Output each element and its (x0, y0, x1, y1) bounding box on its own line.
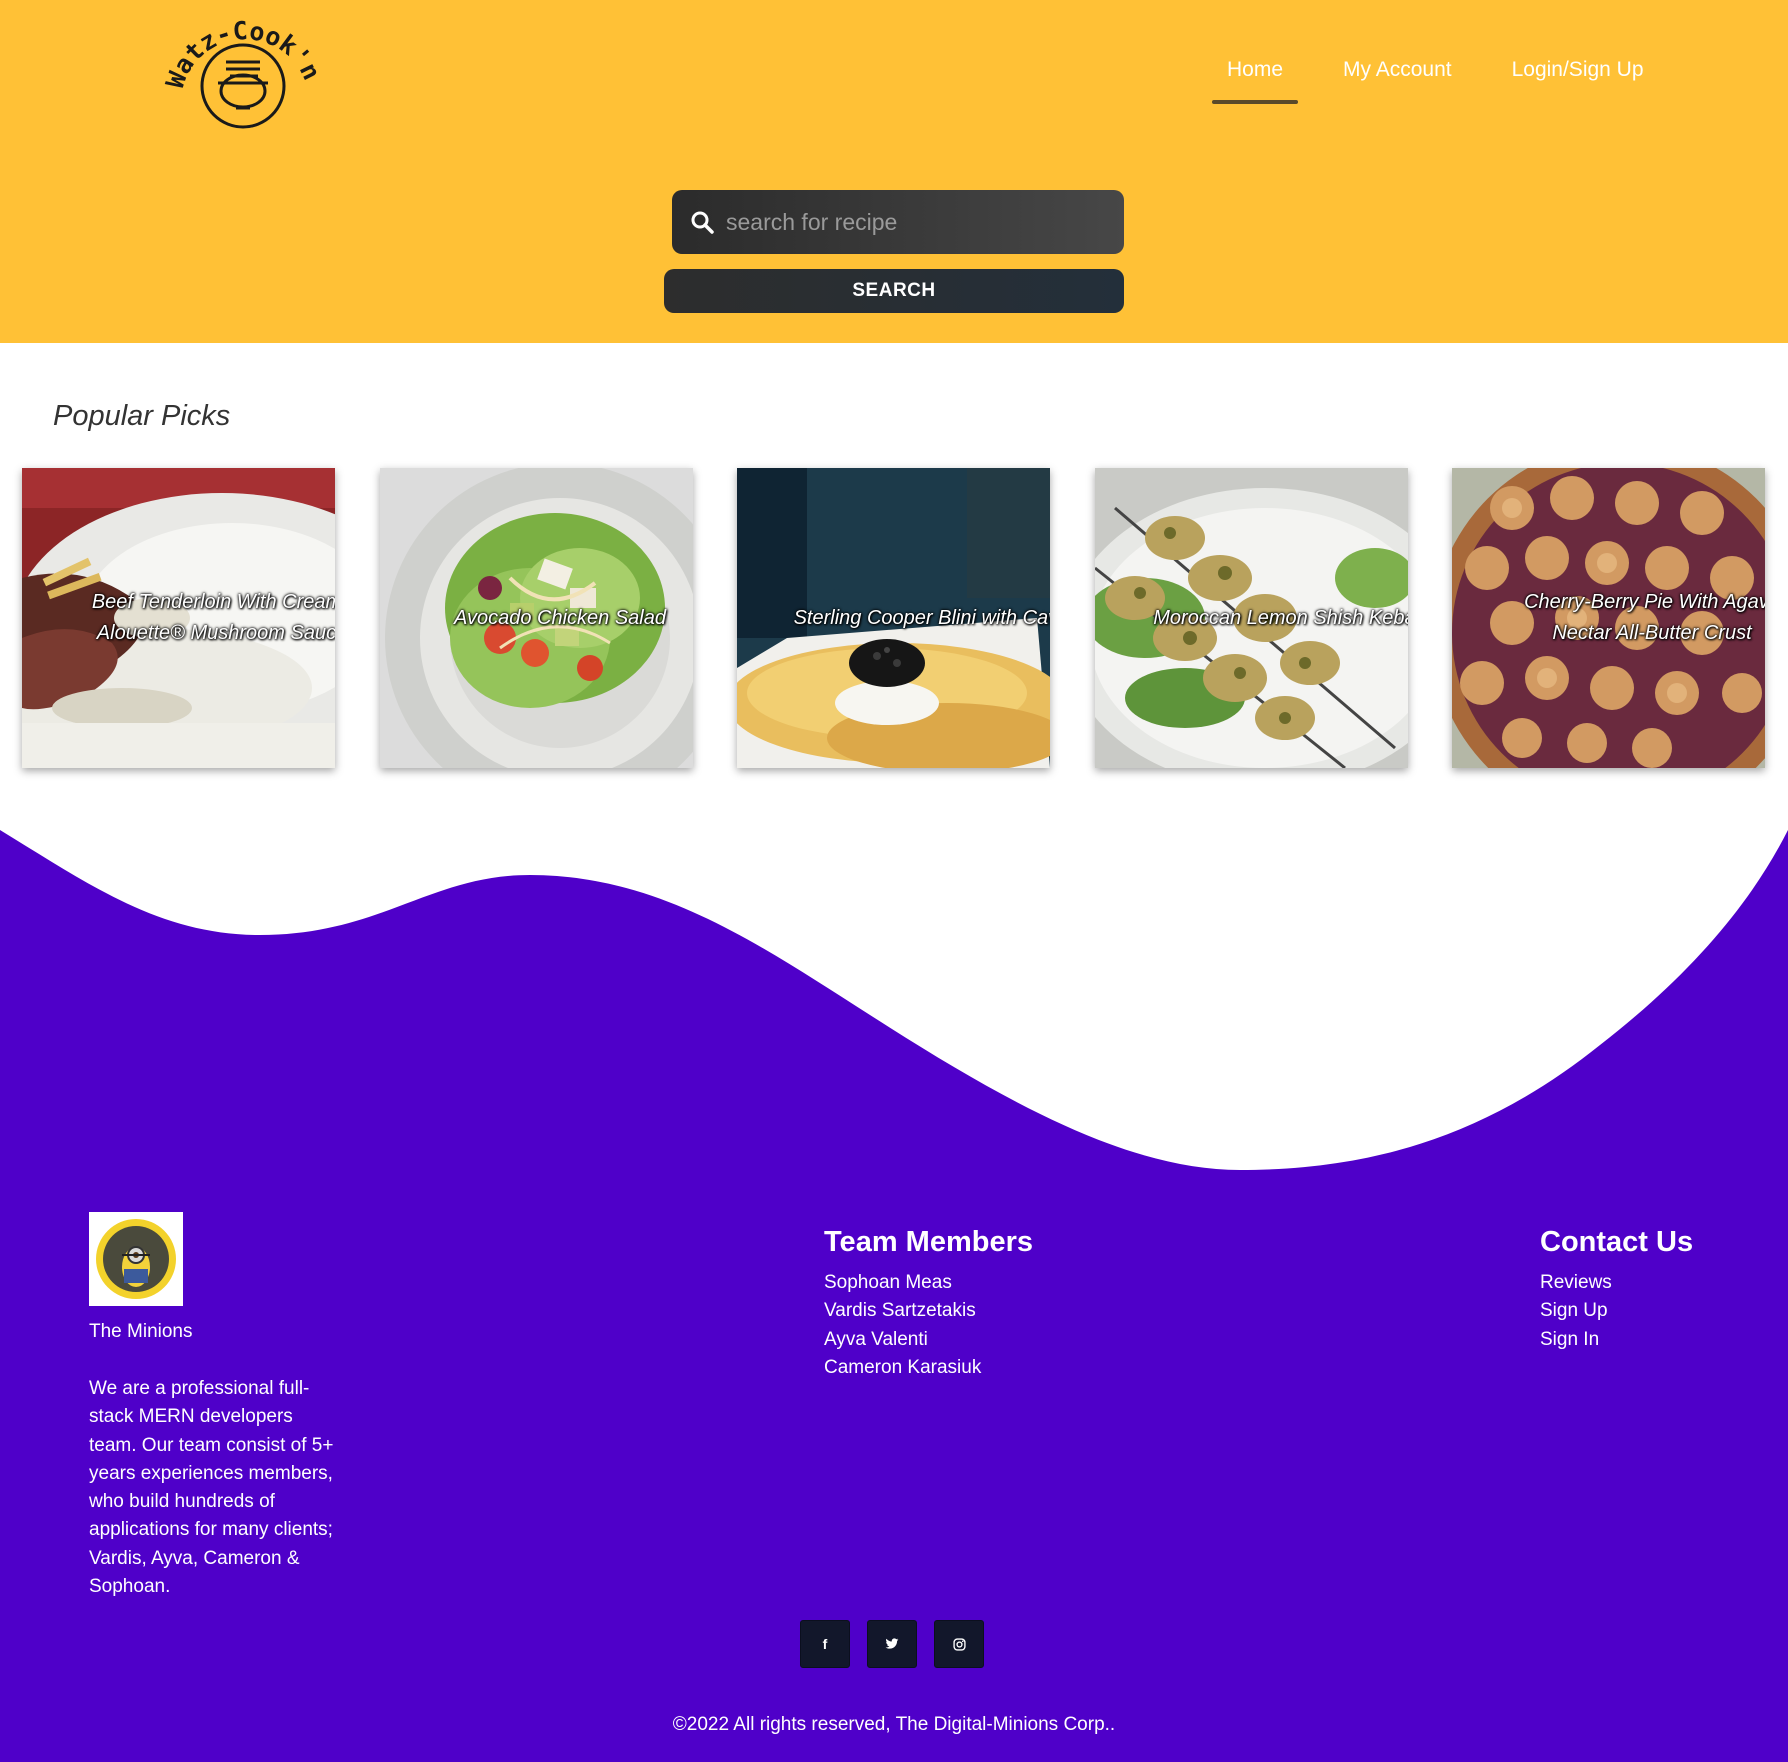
nav-home[interactable]: Home (1212, 48, 1299, 104)
footer-wave (0, 830, 1788, 1185)
copyright-text: ©2022 All rights reserved, The Digital-M… (672, 1714, 1116, 1735)
contact-link-sign-up[interactable]: Sign Up (1540, 1297, 1612, 1325)
recipe-card-title: Moroccan Lemon Shish Kebabs (1153, 606, 1408, 629)
contact-link-sign-in[interactable]: Sign In (1540, 1326, 1612, 1354)
popular-picks-carousel: Beef Tenderloin With Creamy Alouette® Mu… (22, 468, 1767, 768)
contact-links-list: Reviews Sign Up Sign In (1540, 1269, 1612, 1354)
team-member[interactable]: Vardis Sartzetakis (824, 1297, 981, 1325)
footer-brand-name: The Minions (89, 1321, 193, 1342)
search-button[interactable]: SEARCH (664, 269, 1124, 313)
main-nav: Home My Account Login/Sign Up (1212, 48, 1659, 104)
recipe-card-title: Beef Tenderloin With Creamy Alouette® Mu… (91, 591, 335, 644)
twitter-button[interactable] (867, 1620, 917, 1668)
instagram-button[interactable] (934, 1620, 984, 1668)
watz-cookn-logo[interactable]: Watz-Cook'n (160, 10, 330, 150)
social-links: f (800, 1620, 984, 1668)
team-member[interactable]: Cameron Karasiuk (824, 1354, 981, 1382)
footer-about-text: We are a professional full-stack MERN de… (89, 1378, 334, 1598)
instagram-icon (952, 1637, 966, 1651)
team-member[interactable]: Ayva Valenti (824, 1326, 981, 1354)
search-icon (691, 211, 714, 234)
recipe-card-title: Avocado Chicken Salad (454, 606, 666, 629)
recipe-card-title: Cherry-Berry Pie With Agave Nectar All-B… (1524, 591, 1765, 644)
facebook-icon: f (822, 1636, 828, 1652)
team-members-list: Sophoan Meas Vardis Sartzetakis Ayva Val… (824, 1269, 981, 1382)
recipe-card[interactable]: Beef Tenderloin With Creamy Alouette® Mu… (22, 468, 335, 768)
facebook-button[interactable]: f (800, 1620, 850, 1668)
twitter-icon (885, 1638, 899, 1649)
digital-minion-logo (89, 1212, 183, 1306)
search-bar (672, 190, 1124, 254)
recipe-card[interactable]: Avocado Chicken Salad (380, 468, 693, 768)
recipe-card-title: Sterling Cooper Blini with Caviar (793, 606, 1050, 629)
nav-login-signup[interactable]: Login/Sign Up (1497, 48, 1659, 104)
minion-logo-icon (96, 1219, 176, 1299)
team-member[interactable]: Sophoan Meas (824, 1269, 981, 1297)
nav-my-account[interactable]: My Account (1328, 48, 1467, 104)
site-footer: The Minions We are a professional full-s… (0, 1170, 1788, 1762)
recipe-card[interactable]: Cherry-Berry Pie With Agave Nectar All-B… (1452, 468, 1765, 768)
contact-us-heading: Contact Us (1540, 1226, 1694, 1258)
search-input[interactable] (726, 208, 1106, 236)
recipe-card[interactable]: Sterling Cooper Blini with Caviar (737, 468, 1050, 768)
popular-picks-title: Popular Picks (53, 400, 231, 432)
recipe-card[interactable]: Moroccan Lemon Shish Kebabs (1095, 468, 1408, 768)
contact-link-reviews[interactable]: Reviews (1540, 1269, 1612, 1297)
site-header: Watz-Cook'n Home My Account Login/Sign U… (0, 0, 1788, 343)
team-members-heading: Team Members (824, 1226, 1033, 1258)
